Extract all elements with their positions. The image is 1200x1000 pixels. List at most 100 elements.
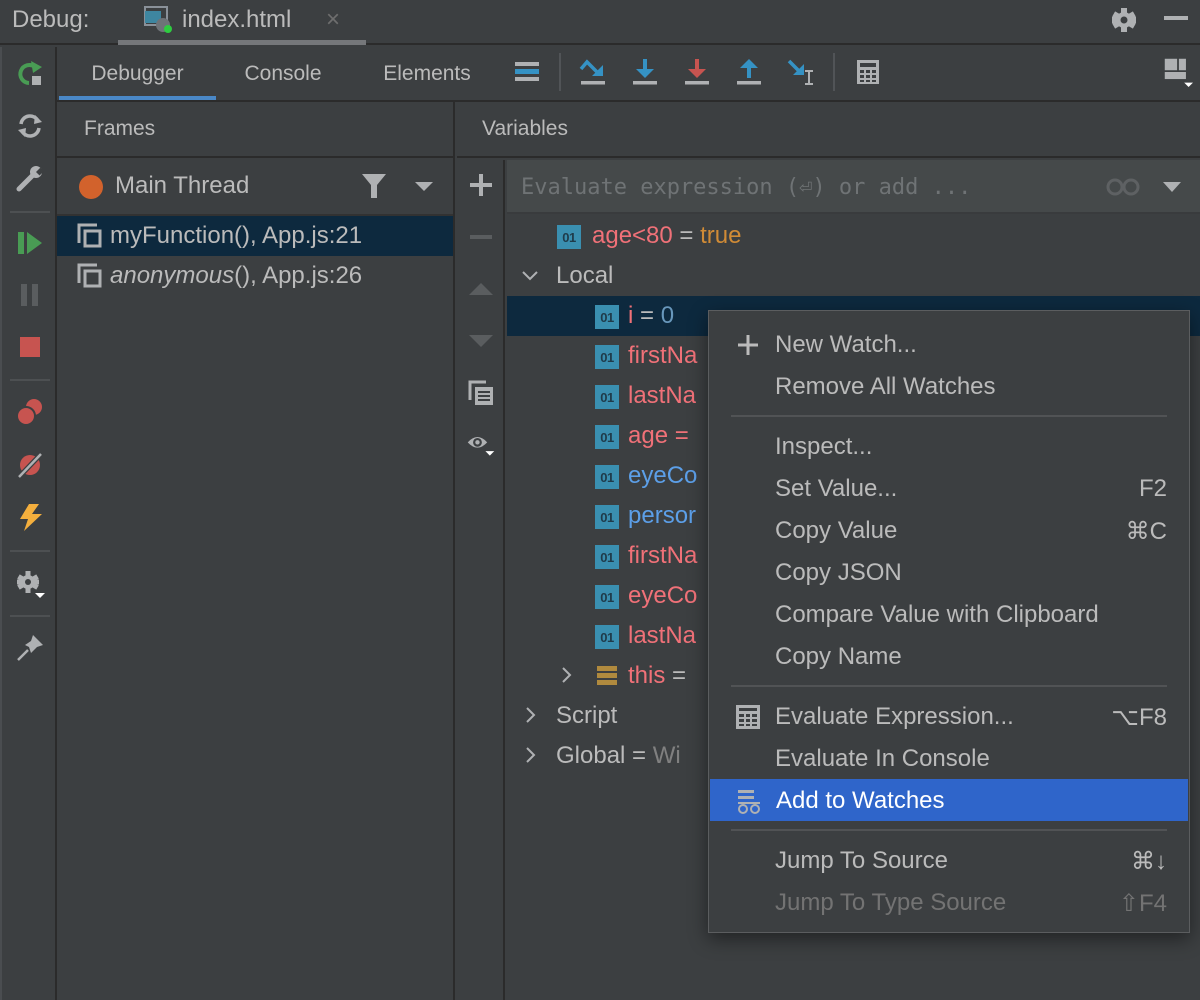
menu-item-compare-with-clipboard[interactable]: Compare Value with Clipboard: [709, 593, 1189, 635]
triangle-down-icon: [469, 335, 493, 347]
toolbar-separator: [10, 615, 50, 617]
resume-button[interactable]: [15, 228, 45, 258]
menu-item-new-watch[interactable]: New Watch...: [709, 323, 1189, 365]
layout-settings-button[interactable]: [1163, 57, 1193, 87]
evaluate-expression-button[interactable]: [853, 57, 883, 87]
move-watch-up-button[interactable]: [466, 274, 496, 304]
force-step-into-icon: [685, 59, 709, 85]
menu-item-copy-value[interactable]: Copy Value ⌘C: [709, 509, 1189, 551]
minimize-icon[interactable]: [1164, 16, 1188, 20]
pin-tab-button[interactable]: [15, 633, 45, 663]
triangle-up-icon: [469, 283, 493, 295]
menu-item-label: Add to Watches: [776, 787, 945, 814]
menu-item-add-to-watches[interactable]: Add to Watches: [710, 779, 1188, 821]
variable-label: eyeCo: [628, 582, 698, 609]
menu-item-evaluate-in-console[interactable]: Evaluate In Console: [709, 737, 1189, 779]
filter-icon[interactable]: [361, 172, 387, 200]
primitive-value-icon: 01: [595, 505, 619, 529]
stop-button[interactable]: [15, 332, 45, 362]
tab-debugger[interactable]: Debugger: [59, 47, 216, 100]
move-watch-down-button[interactable]: [466, 326, 496, 356]
run-to-cursor-button[interactable]: [786, 57, 816, 87]
glasses-icon[interactable]: [1105, 176, 1141, 198]
thread-status-icon: [79, 175, 103, 199]
lightning-icon: [20, 504, 42, 531]
menu-item-remove-all-watches[interactable]: Remove All Watches: [709, 365, 1189, 407]
remove-watch-button[interactable]: [466, 222, 496, 252]
debug-side-toolbar: [0, 47, 57, 1000]
stack-frame-icon: [77, 223, 102, 248]
mute-breakpoints-button[interactable]: [15, 450, 45, 480]
frame-item[interactable]: myFunction(), App.js:21: [57, 216, 453, 256]
frame-label: anonymous(), App.js:26: [110, 262, 362, 290]
close-icon[interactable]: ×: [326, 6, 340, 34]
menu-item-label: Evaluate Expression...: [775, 703, 1014, 730]
menu-item-evaluate-expression[interactable]: Evaluate Expression... ⌥F8: [709, 695, 1189, 737]
watch-row[interactable]: 01 age<80 = true: [507, 216, 1200, 256]
thread-selector[interactable]: Main Thread: [57, 158, 453, 216]
chevron-right-icon[interactable]: [519, 704, 541, 726]
scope-local[interactable]: Local: [507, 256, 1200, 296]
debug-titlebar: Debug: index.html ×: [0, 0, 1200, 45]
wrench-button[interactable]: [15, 163, 45, 193]
menu-item-shortcut: ⌘C: [1125, 518, 1167, 545]
menu-item-label: New Watch...: [775, 331, 917, 358]
menu-item-label: Set Value...: [775, 475, 898, 502]
menu-item-label: Jump To Type Source: [775, 889, 1007, 916]
menu-separator: [709, 407, 1189, 425]
tab-console[interactable]: Console: [223, 47, 343, 100]
tab-elements[interactable]: Elements: [363, 47, 491, 100]
reload-button[interactable]: [15, 111, 45, 141]
primitive-value-icon: 01: [595, 545, 619, 569]
history-dropdown-icon[interactable]: [1163, 182, 1181, 192]
add-watch-button[interactable]: [466, 170, 496, 200]
chevron-down-icon[interactable]: [519, 264, 541, 286]
toolbar-separator: [559, 53, 561, 91]
resume-icon: [18, 232, 42, 254]
primitive-value-icon: 01: [595, 305, 619, 329]
rerun-button[interactable]: [15, 59, 45, 89]
duplicate-watch-button[interactable]: [466, 378, 496, 408]
debug-settings-button[interactable]: [15, 569, 45, 599]
copy-icon: [468, 380, 493, 405]
gear-icon[interactable]: [1110, 6, 1138, 34]
pause-button[interactable]: [15, 280, 45, 310]
mute-breakpoints-icon: [17, 452, 43, 479]
menu-separator: [709, 821, 1189, 839]
menu-item-copy-json[interactable]: Copy JSON: [709, 551, 1189, 593]
frame-function: anonymous: [110, 262, 235, 289]
step-out-button[interactable]: [734, 57, 764, 87]
force-step-into-button[interactable]: [682, 57, 712, 87]
toolbar-separator: [10, 379, 50, 381]
step-over-button[interactable]: [578, 57, 608, 87]
variable-label: firstNa: [628, 542, 698, 569]
toolbar-separator: [10, 550, 50, 552]
watch-options-button[interactable]: [466, 430, 496, 460]
frames-panel: Frames Main Thread myFunction(), App.js:…: [57, 102, 455, 1000]
debug-session-tab[interactable]: index.html ×: [118, 0, 366, 45]
frame-function: myFunction: [110, 222, 235, 249]
primitive-value-icon: 01: [557, 225, 581, 249]
step-into-button[interactable]: [630, 57, 660, 87]
run-to-cursor-icon: [787, 59, 813, 85]
menu-item-label: Compare Value with Clipboard: [775, 601, 1099, 628]
menu-item-jump-to-source[interactable]: Jump To Source ⌘↓: [709, 839, 1189, 881]
evaluate-expression-input[interactable]: [521, 170, 1081, 204]
stack-frame-icon: [77, 263, 102, 288]
frame-item[interactable]: anonymous(), App.js:26: [57, 256, 453, 296]
view-breakpoints-button[interactable]: [15, 397, 45, 427]
menu-item-copy-name[interactable]: Copy Name: [709, 635, 1189, 677]
pin-icon: [17, 635, 43, 661]
menu-item-label: Remove All Watches: [775, 373, 996, 400]
menu-item-inspect[interactable]: Inspect...: [709, 425, 1189, 467]
frame-location: (), App.js:26: [234, 262, 363, 289]
exception-breakpoints-button[interactable]: [15, 502, 45, 532]
step-into-icon: [633, 59, 657, 85]
show-execution-point-button[interactable]: [513, 57, 543, 87]
chevron-right-icon[interactable]: [555, 664, 577, 686]
chevron-right-icon[interactable]: [519, 744, 541, 766]
primitive-value-icon: 01: [595, 425, 619, 449]
menu-item-set-value[interactable]: Set Value... F2: [709, 467, 1189, 509]
menu-item-jump-to-type-source[interactable]: Jump To Type Source ⇧F4: [709, 881, 1189, 923]
chevron-down-icon[interactable]: [415, 182, 433, 191]
